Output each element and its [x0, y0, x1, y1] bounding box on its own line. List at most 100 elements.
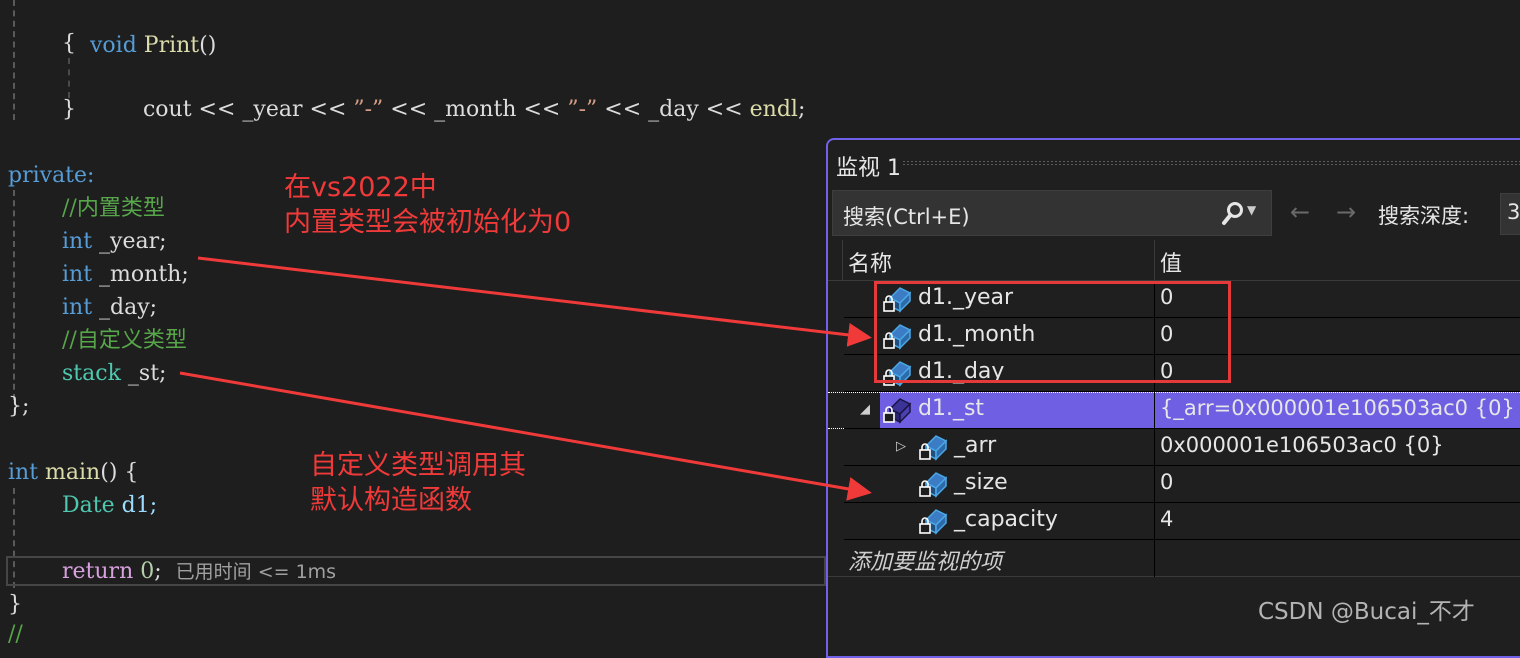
column-divider [1154, 503, 1155, 540]
type-keyword: int [8, 460, 39, 485]
drag-grip[interactable] [902, 160, 1520, 166]
code-line-close-brace[interactable]: } [62, 93, 76, 126]
token: ; [797, 97, 806, 122]
token: ; [154, 559, 162, 584]
private-field-icon [918, 432, 948, 462]
watch-row-value[interactable]: {_arr=0x000001e106503ac0 {0} _ [1160, 396, 1520, 420]
forward-arrow-icon[interactable]: → [1336, 198, 1356, 226]
watermark: CSDN @Bucai_不才 [1258, 599, 1475, 625]
code-line-date[interactable]: Date d1; [62, 489, 157, 522]
code-line-private[interactable]: private: [8, 159, 94, 192]
field-name: _year; [92, 229, 167, 254]
indent-guide [13, 0, 15, 120]
annotation-line: 自定义类型调用其 [310, 450, 526, 481]
field-name: _month; [92, 262, 189, 287]
watch-row-name: _capacity [954, 507, 1058, 532]
token: << [698, 97, 750, 122]
annotation-custom: 自定义类型调用其 默认构造函数 [310, 448, 526, 518]
token: _month [434, 97, 517, 122]
code-line-day[interactable]: int _day; [62, 291, 157, 324]
chevron-down-icon[interactable]: ▼ [1247, 203, 1256, 217]
type-name: stack [62, 361, 121, 386]
back-arrow-icon[interactable]: ← [1290, 198, 1310, 226]
code-line-return[interactable]: return 0; 已用时间 <= 1ms [62, 555, 336, 589]
code-line-main-close[interactable]: } [8, 588, 22, 621]
add-watch-item-input[interactable]: 添加要监视的项 [848, 544, 1002, 576]
field-name: _day; [92, 295, 158, 320]
annotation-builtin: 在vs2022中 内置类型会被初始化为0 [284, 170, 571, 240]
column-divider [1154, 392, 1155, 429]
watch-row-name: _size [954, 470, 1008, 495]
code-line-class-end[interactable]: }; [8, 390, 29, 423]
watch-row-value[interactable]: 0 [1160, 470, 1173, 494]
type-keyword: int [62, 229, 93, 254]
watch-row-value[interactable]: 4 [1160, 507, 1173, 531]
watch-title[interactable]: 监视 1 [836, 150, 901, 182]
watch-row-name: _arr [954, 433, 997, 458]
row-divider [828, 576, 1520, 577]
token: _day [648, 97, 699, 122]
column-divider [842, 240, 843, 280]
code-line-comment[interactable]: //内置类型 [62, 192, 165, 225]
watch-row[interactable]: ▷ _arr 0x000001e106503ac0 {0} [828, 429, 1520, 466]
private-field-icon [882, 395, 912, 425]
column-divider [1154, 429, 1155, 466]
add-watch-row[interactable]: 添加要监视的项 [828, 540, 1520, 577]
watch-row-name: d1._st [918, 396, 985, 421]
string-literal: ”-” [567, 97, 598, 122]
number-literal: 0 [133, 559, 155, 584]
keyword: void [89, 33, 137, 58]
watch-window: 监视 1 搜索(Ctrl+E) ▼ ← → 搜索深度: 3 名称 值 d1._y… [826, 138, 1520, 658]
type-name: Date [62, 493, 115, 518]
watch-row[interactable]: _size 0 [828, 466, 1520, 503]
function-name: Print [143, 33, 200, 58]
type-keyword: int [62, 295, 93, 320]
annotation-line: 默认构造函数 [310, 485, 472, 516]
watch-row[interactable]: ◢ d1._st {_arr=0x000001e106503ac0 {0} _ [828, 392, 1520, 429]
indent-guide [13, 190, 15, 400]
expand-triangle-icon[interactable]: ▷ [896, 439, 906, 454]
code-line-month[interactable]: int _month; [62, 258, 189, 291]
private-field-icon [918, 506, 948, 536]
search-depth-select[interactable]: 3 [1500, 193, 1520, 235]
parens: () [199, 33, 217, 58]
annotation-line: 内置类型会被初始化为0 [284, 207, 572, 238]
code-line-st[interactable]: stack _st; [62, 357, 166, 390]
code-line-main[interactable]: int main() { [8, 456, 138, 489]
annotation-line: 在vs2022中 [284, 172, 437, 203]
column-header-name[interactable]: 名称 [848, 246, 892, 278]
watch-row[interactable]: _capacity 4 [828, 503, 1520, 540]
token: << [383, 97, 435, 122]
token: endl [749, 97, 798, 122]
search-input[interactable]: 搜索(Ctrl+E) ▼ [832, 190, 1272, 236]
string-literal: ”-” [353, 97, 384, 122]
token: << [516, 97, 568, 122]
code-line-year[interactable]: int _year; [62, 225, 167, 258]
private-field-icon [918, 469, 948, 499]
code-line-cout[interactable]: cout << _year << ”-” << _month << ”-” <<… [115, 60, 805, 159]
return-keyword: return [62, 559, 134, 584]
type-keyword: int [62, 262, 93, 287]
perf-tip[interactable]: 已用时间 <= 1ms [176, 561, 336, 583]
search-icon[interactable] [1221, 201, 1245, 233]
column-header-value[interactable]: 值 [1160, 246, 1182, 278]
grid-header: 名称 值 [828, 240, 1520, 281]
collapse-triangle-icon[interactable]: ◢ [860, 402, 870, 417]
annotation-highlight-box [874, 281, 1231, 383]
token: () { [100, 460, 139, 485]
code-line-comment[interactable]: //自定义类型 [62, 324, 187, 357]
code-line-open-brace[interactable]: { [62, 27, 76, 60]
column-divider [1154, 540, 1155, 577]
code-line-trailing-comment[interactable]: // [8, 618, 23, 651]
token: cout [142, 97, 192, 122]
token: << [302, 97, 354, 122]
function-name: main [38, 460, 101, 485]
token: << [597, 97, 649, 122]
search-placeholder: 搜索(Ctrl+E) [843, 205, 970, 229]
column-divider [1154, 466, 1155, 503]
token: _year [242, 97, 303, 122]
column-resize-handle[interactable] [1154, 240, 1155, 280]
watch-row-value[interactable]: 0x000001e106503ac0 {0} [1160, 433, 1444, 457]
token: << [191, 97, 243, 122]
field-name: _st; [120, 361, 167, 386]
